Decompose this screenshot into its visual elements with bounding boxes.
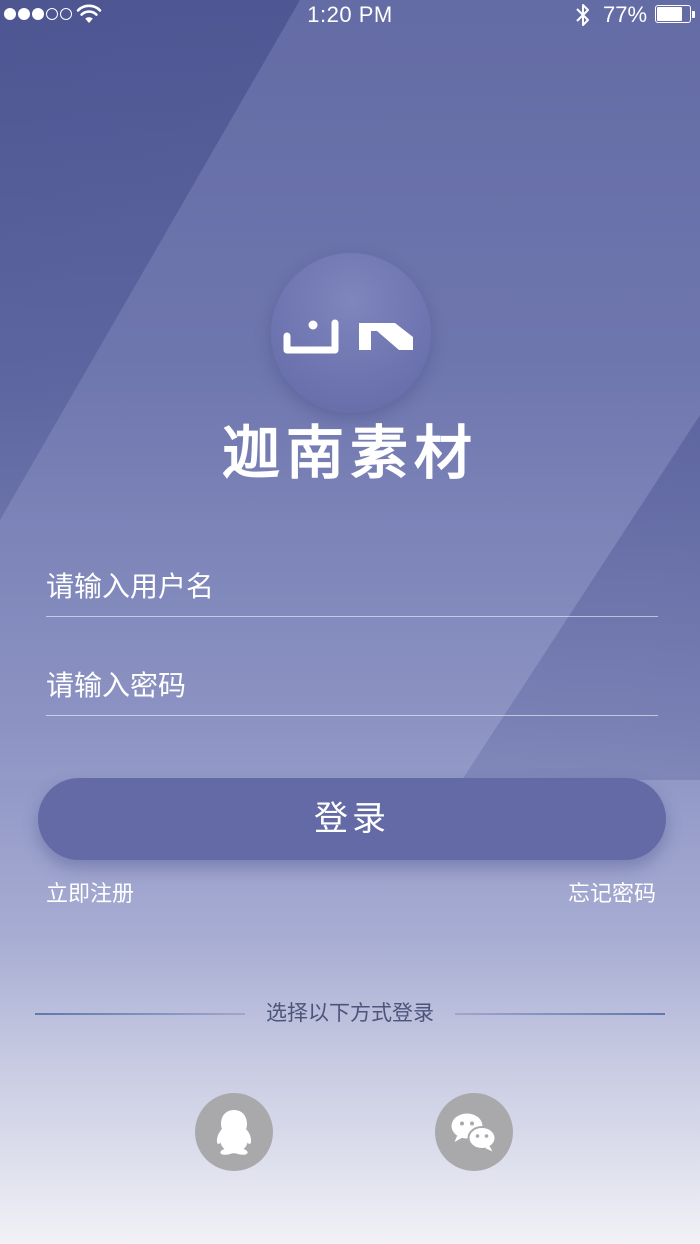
battery-fill (657, 7, 682, 21)
background-facet (462, 415, 700, 780)
wechat-login-button[interactable] (435, 1093, 513, 1171)
background-facet (0, 0, 300, 520)
login-screen: 1:20 PM 77% 迦南素材 登录 立即注册 忘记密码 选择以下方式登录 (0, 0, 700, 1244)
app-name: 迦南素材 (221, 419, 478, 487)
bluetooth-icon (576, 4, 589, 26)
username-input[interactable] (46, 556, 658, 616)
battery-tip (692, 11, 695, 18)
qq-icon (216, 1110, 252, 1155)
password-input[interactable] (46, 655, 658, 715)
battery-percentage: 77% (603, 2, 648, 27)
divider-line (455, 1013, 665, 1015)
social-login-heading: 选择以下方式登录 (266, 1001, 434, 1025)
forgot-password-link[interactable]: 忘记密码 (568, 876, 656, 908)
username-field (46, 556, 658, 617)
qq-login-button[interactable] (195, 1093, 273, 1171)
wechat-icon (451, 1113, 497, 1152)
status-time: 1:20 PM (307, 2, 393, 27)
battery-icon (655, 5, 695, 25)
register-link[interactable]: 立即注册 (46, 876, 134, 908)
background-facet (0, 0, 700, 780)
status-bar: 1:20 PM 77% (0, 0, 700, 30)
password-field (46, 655, 658, 716)
app-logo (271, 253, 431, 413)
jn-logo-icon (283, 319, 413, 354)
login-button[interactable]: 登录 (38, 778, 666, 860)
